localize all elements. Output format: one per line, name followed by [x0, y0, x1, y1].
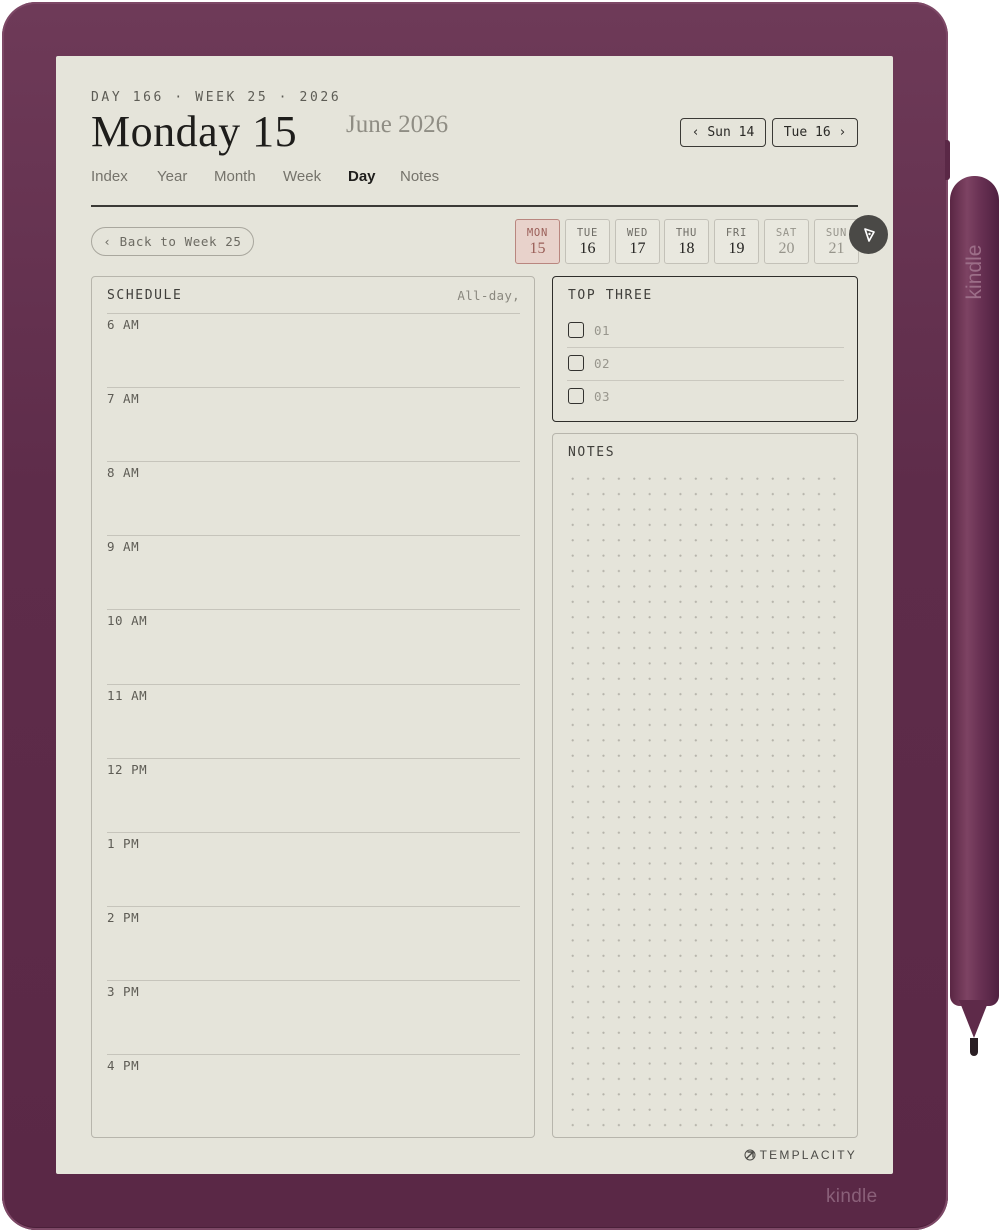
device-brand: kindle — [826, 1186, 878, 1207]
day-chip-date: 19 — [728, 240, 745, 257]
day-chip-tue[interactable]: TUE 16 — [565, 219, 610, 264]
tab-week[interactable]: Week — [283, 168, 321, 206]
hour-label: 9 AM — [107, 539, 140, 554]
month-subtitle: June 2026 — [346, 111, 449, 138]
nav-tabs: Index Year Month Week Day Notes — [91, 168, 858, 207]
hour-slot-3pm[interactable]: 3 PM — [107, 980, 520, 1054]
hour-slot-10am[interactable]: 10 AM — [107, 609, 520, 683]
hour-label: 1 PM — [107, 836, 140, 851]
hour-label: 11 AM — [107, 688, 148, 703]
stylus-cone — [959, 1000, 989, 1038]
date-meta: DAY 166 · WEEK 25 · 2026 — [91, 90, 342, 105]
top-task-row: 03 — [567, 381, 844, 414]
task-checkbox[interactable] — [568, 355, 584, 371]
power-button — [945, 140, 950, 180]
pen-tip-icon[interactable] — [849, 215, 888, 254]
tabs-divider — [91, 205, 858, 207]
task-number: 02 — [594, 356, 611, 371]
top-three-panel: TOP THREE 01 02 03 — [552, 276, 858, 422]
schedule-title: SCHEDULE — [107, 288, 183, 303]
hour-slot-8am[interactable]: 8 AM — [107, 461, 520, 535]
day-chip-date: 15 — [529, 240, 546, 257]
hour-slot-7am[interactable]: 7 AM — [107, 387, 520, 461]
hour-slot-11am[interactable]: 11 AM — [107, 684, 520, 758]
top-task-row: 01 — [567, 315, 844, 348]
day-chip-name: THU — [675, 227, 698, 239]
task-number: 03 — [594, 389, 611, 404]
day-chip-mon[interactable]: MON 15 — [515, 219, 560, 264]
day-chip-wed[interactable]: WED 17 — [615, 219, 660, 264]
day-chip-sat[interactable]: SAT 20 — [764, 219, 809, 264]
day-chip-name: FRI — [725, 227, 748, 239]
day-chip-name: TUE — [576, 227, 599, 239]
previous-day-button[interactable]: ‹ Sun 14 — [680, 118, 766, 147]
day-chip-date: 17 — [629, 240, 646, 257]
hour-slot-9am[interactable]: 9 AM — [107, 535, 520, 609]
all-day-label: All-day, — [457, 288, 520, 303]
task-checkbox[interactable] — [568, 388, 584, 404]
pen-tip-glyph — [863, 227, 875, 242]
tab-day[interactable]: Day — [348, 168, 376, 207]
day-chip-date: 16 — [579, 240, 596, 257]
notes-panel[interactable]: NOTES — [552, 433, 858, 1138]
top-three-title: TOP THREE — [568, 288, 653, 303]
hour-slot-1pm[interactable]: 1 PM — [107, 832, 520, 906]
hour-label: 10 AM — [107, 613, 148, 628]
top-task-row: 02 — [567, 348, 844, 381]
hour-label: 6 AM — [107, 317, 140, 332]
page-title: Monday 15 — [91, 107, 298, 156]
day-chip-name: MON — [526, 227, 549, 239]
templacity-brand: TEMPLACITY — [744, 1148, 857, 1162]
day-chip-name: SAT — [775, 227, 798, 239]
day-chip-thu[interactable]: THU 18 — [664, 219, 709, 264]
notes-title: NOTES — [568, 445, 616, 460]
task-checkbox[interactable] — [568, 322, 584, 338]
hour-slot-6am[interactable]: 6 AM — [107, 313, 520, 387]
hour-label: 4 PM — [107, 1058, 140, 1073]
tab-month[interactable]: Month — [214, 168, 256, 206]
hour-label: 12 PM — [107, 762, 148, 777]
day-chip-date: 18 — [678, 240, 695, 257]
next-day-button[interactable]: Tue 16 › — [772, 118, 858, 147]
day-chip-date: 20 — [778, 240, 795, 257]
back-to-week-button[interactable]: ‹ Back to Week 25 — [91, 227, 254, 256]
stylus-tip — [970, 1038, 978, 1056]
task-number: 01 — [594, 323, 611, 338]
hour-label: 2 PM — [107, 910, 140, 925]
hour-slot-12pm[interactable]: 12 PM — [107, 758, 520, 832]
tab-index[interactable]: Index — [91, 168, 128, 206]
stylus-brand: kindle — [963, 244, 986, 300]
schedule-panel: SCHEDULE All-day, 6 AM 7 AM 8 AM 9 AM 10… — [91, 276, 535, 1138]
hour-label: 3 PM — [107, 984, 140, 999]
day-chip-fri[interactable]: FRI 19 — [714, 219, 759, 264]
hour-label: 8 AM — [107, 465, 140, 480]
tab-notes[interactable]: Notes — [400, 168, 439, 206]
dot-grid — [565, 471, 845, 1127]
templacity-logo-icon — [744, 1149, 756, 1161]
day-chip-name: WED — [626, 227, 649, 239]
brand-text: TEMPLACITY — [759, 1148, 857, 1162]
tab-year[interactable]: Year — [157, 168, 187, 206]
planner-screen: DAY 166 · WEEK 25 · 2026 Monday 15 June … — [56, 56, 893, 1174]
hour-label: 7 AM — [107, 391, 140, 406]
hour-slot-4pm[interactable]: 4 PM — [107, 1054, 520, 1128]
hour-slot-2pm[interactable]: 2 PM — [107, 906, 520, 980]
